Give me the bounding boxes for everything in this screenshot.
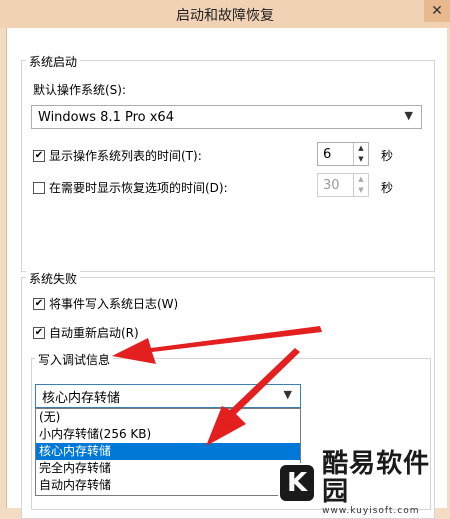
watermark-url: www.kuyisoft.com <box>322 505 420 516</box>
watermark: K 酷易软件园 www.kuyisoft.com <box>270 450 450 516</box>
brand-logo: K <box>278 462 317 503</box>
annotation-arrows <box>112 326 322 446</box>
watermark-text: 酷易软件园 www.kuyisoft.com <box>322 450 450 516</box>
arrow-to-selected-item-icon <box>206 348 300 446</box>
watermark-name: 酷易软件园 <box>322 448 431 507</box>
